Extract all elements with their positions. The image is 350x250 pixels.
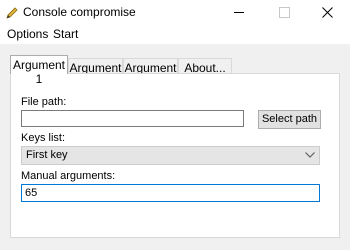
close-icon	[322, 7, 333, 18]
file-path-input[interactable]	[21, 110, 244, 127]
window-title: Console compromise	[23, 5, 136, 19]
keys-list-label: Keys list:	[21, 132, 66, 144]
manual-arguments-label: Manual arguments:	[21, 170, 116, 182]
maximize-icon	[279, 7, 290, 18]
keys-list-select[interactable]: First key	[21, 146, 320, 165]
title-bar: Console compromise	[0, 0, 350, 25]
manual-arguments-input[interactable]	[21, 184, 320, 202]
maximize-button[interactable]	[262, 0, 306, 25]
tab-about[interactable]: About...	[178, 58, 232, 75]
menu-bar: Options Start	[0, 25, 350, 44]
tab-argument-2[interactable]: Argument 2	[68, 58, 123, 89]
keys-list-selected-value: First key	[26, 149, 68, 161]
close-button[interactable]	[306, 0, 350, 25]
minimize-icon	[234, 12, 244, 13]
file-path-label: File path:	[21, 96, 67, 108]
menu-options[interactable]: Options	[7, 27, 48, 41]
tab-argument-3[interactable]: Argument 3	[123, 58, 178, 89]
chevron-down-icon	[305, 152, 315, 158]
menu-start[interactable]: Start	[53, 27, 78, 41]
pen-icon	[6, 7, 18, 19]
minimize-button[interactable]	[218, 0, 262, 25]
select-path-button[interactable]: Select path	[258, 110, 321, 129]
tab-argument-1[interactable]: Argument 1	[10, 55, 68, 86]
